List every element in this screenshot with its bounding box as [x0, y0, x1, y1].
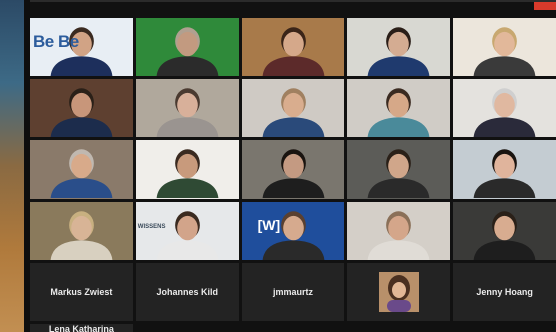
- participant-name: jmmaurtz: [272, 286, 313, 297]
- participant-name: Markus Zwiest: [50, 286, 113, 297]
- person-face: [282, 31, 304, 57]
- person-face: [388, 215, 410, 240]
- recording-indicator: [534, 2, 556, 10]
- participant-tile[interactable]: [347, 140, 451, 199]
- person-face: [388, 154, 410, 179]
- participant-tile[interactable]: [135, 79, 239, 138]
- participant-video: [367, 27, 430, 76]
- person-face: [176, 154, 198, 179]
- person-body: [473, 56, 536, 76]
- participant-tile[interactable]: [453, 140, 556, 199]
- person-body: [367, 117, 430, 138]
- person-body: [262, 117, 324, 138]
- person-face: [494, 31, 515, 57]
- participant-tile[interactable]: [347, 201, 451, 260]
- participant-tile[interactable]: [347, 79, 451, 138]
- participant-tile[interactable]: Be Be: [30, 18, 133, 77]
- avatar: [378, 271, 419, 312]
- participant-video: [262, 88, 324, 138]
- person-body: [50, 56, 113, 76]
- person-face: [71, 154, 92, 179]
- participant-video: [50, 210, 113, 260]
- participant-tile[interactable]: [453, 201, 556, 260]
- participant-name: Jenny Hoang: [476, 286, 533, 297]
- participant-tile-profile-photo[interactable]: [347, 262, 451, 321]
- person-body: [50, 239, 113, 260]
- participant-video: [156, 149, 219, 199]
- participant-tile[interactable]: [453, 79, 556, 138]
- person-face: [388, 93, 410, 118]
- person-body: [50, 178, 113, 199]
- participant-name: Lena Katharina: [48, 324, 114, 332]
- participant-video: [473, 88, 536, 138]
- person-face: [282, 93, 304, 118]
- participant-video: [367, 210, 430, 260]
- participant-tile-camera-off[interactable]: Jenny Hoang: [453, 262, 556, 321]
- participant-tile[interactable]: [30, 79, 133, 138]
- participant-tile-camera-off[interactable]: jmmaurtz: [241, 262, 345, 321]
- participant-tile[interactable]: [135, 18, 239, 77]
- person-body: [473, 239, 536, 260]
- participant-video: [156, 27, 219, 76]
- participant-tile-camera-off[interactable]: Lena Katharina: [30, 324, 133, 332]
- participant-video: [473, 27, 536, 76]
- background-photo-edge: [0, 0, 26, 332]
- person-face: [176, 215, 198, 240]
- person-face: [176, 31, 198, 57]
- person-body: [156, 239, 219, 260]
- person-face: [494, 215, 515, 240]
- person-body: [262, 239, 324, 260]
- participant-video: [50, 149, 113, 199]
- poster-text: WISSENS: [137, 223, 166, 230]
- participant-video: [367, 149, 430, 199]
- participant-tile[interactable]: [135, 140, 239, 199]
- participant-tile-camera-off[interactable]: Markus Zwiest: [30, 262, 133, 321]
- participant-video: [262, 149, 324, 199]
- person-body: [473, 117, 536, 138]
- person-body: [50, 117, 113, 138]
- background-logo-text: Be Be: [33, 32, 79, 51]
- person-body: [367, 178, 430, 199]
- participant-video: [156, 88, 219, 138]
- participant-tile[interactable]: [241, 79, 345, 138]
- participant-tile[interactable]: [W]: [241, 201, 345, 260]
- person-face: [71, 215, 92, 240]
- participant-video: [50, 88, 113, 138]
- background-logo-text: [W]: [257, 216, 281, 233]
- participant-tile[interactable]: [30, 201, 133, 260]
- person-body: [367, 56, 430, 76]
- participant-gallery: Be Be WISSENS [W] Markus Zwiest Johannes…: [30, 18, 556, 332]
- person-body: [473, 178, 536, 199]
- participant-tile[interactable]: [241, 18, 345, 77]
- participant-video: [473, 149, 536, 199]
- person-body: [156, 117, 219, 138]
- person-face: [282, 215, 304, 240]
- person-body: [262, 56, 324, 76]
- participant-tile[interactable]: [453, 18, 556, 77]
- avatar-photo: [378, 271, 419, 312]
- participant-video: [262, 27, 324, 76]
- participant-tile[interactable]: [347, 18, 451, 77]
- person-body: [156, 178, 219, 199]
- person-body: [156, 56, 219, 76]
- participant-video: [367, 88, 430, 138]
- video-meeting-window: Be Be WISSENS [W] Markus Zwiest Johannes…: [30, 0, 556, 332]
- participant-name: Johannes Kild: [156, 286, 218, 297]
- participant-video: [473, 210, 536, 260]
- person-face: [71, 93, 92, 118]
- participant-tile[interactable]: WISSENS: [135, 201, 239, 260]
- person-face: [282, 154, 304, 179]
- person-face: [494, 93, 515, 118]
- person-body: [367, 239, 430, 260]
- person-face: [494, 154, 515, 179]
- participant-video: [156, 210, 219, 260]
- person-face: [388, 31, 410, 57]
- participant-tile[interactable]: [241, 140, 345, 199]
- participant-tile-camera-off[interactable]: Johannes Kild: [135, 262, 239, 321]
- person-face: [176, 93, 198, 118]
- person-body: [262, 178, 324, 199]
- participant-tile[interactable]: [30, 140, 133, 199]
